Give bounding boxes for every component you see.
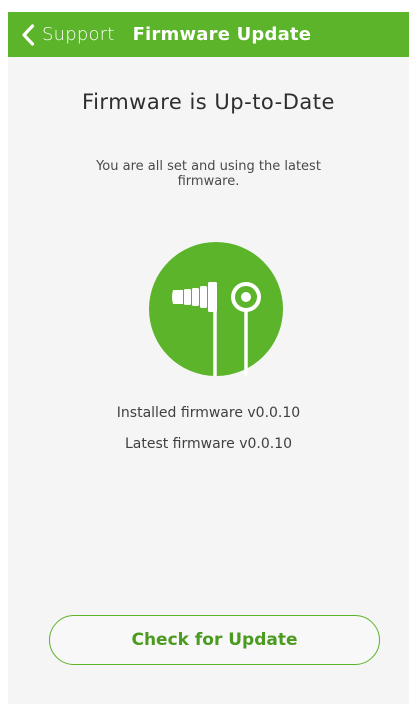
back-button[interactable]: Support [8,12,123,57]
back-label: Support [42,24,115,45]
page-title: Firmware Update [132,24,312,45]
chevron-left-icon [22,23,35,46]
status-heading: Firmware is Up-to-Date [82,90,335,114]
top-navigation-bar: Support Firmware Update [8,12,409,57]
installed-firmware-version: Installed firmware v0.0.10 [116,405,301,421]
earphone-icon [149,242,283,376]
latest-firmware-version: Latest firmware v0.0.10 [124,436,293,452]
check-for-update-button[interactable]: Check for Update [49,615,380,665]
firmware-update-screen: Support Firmware Update Firmware is Up-t… [8,12,409,704]
status-description: You are all set and using the latest fir… [96,159,321,189]
